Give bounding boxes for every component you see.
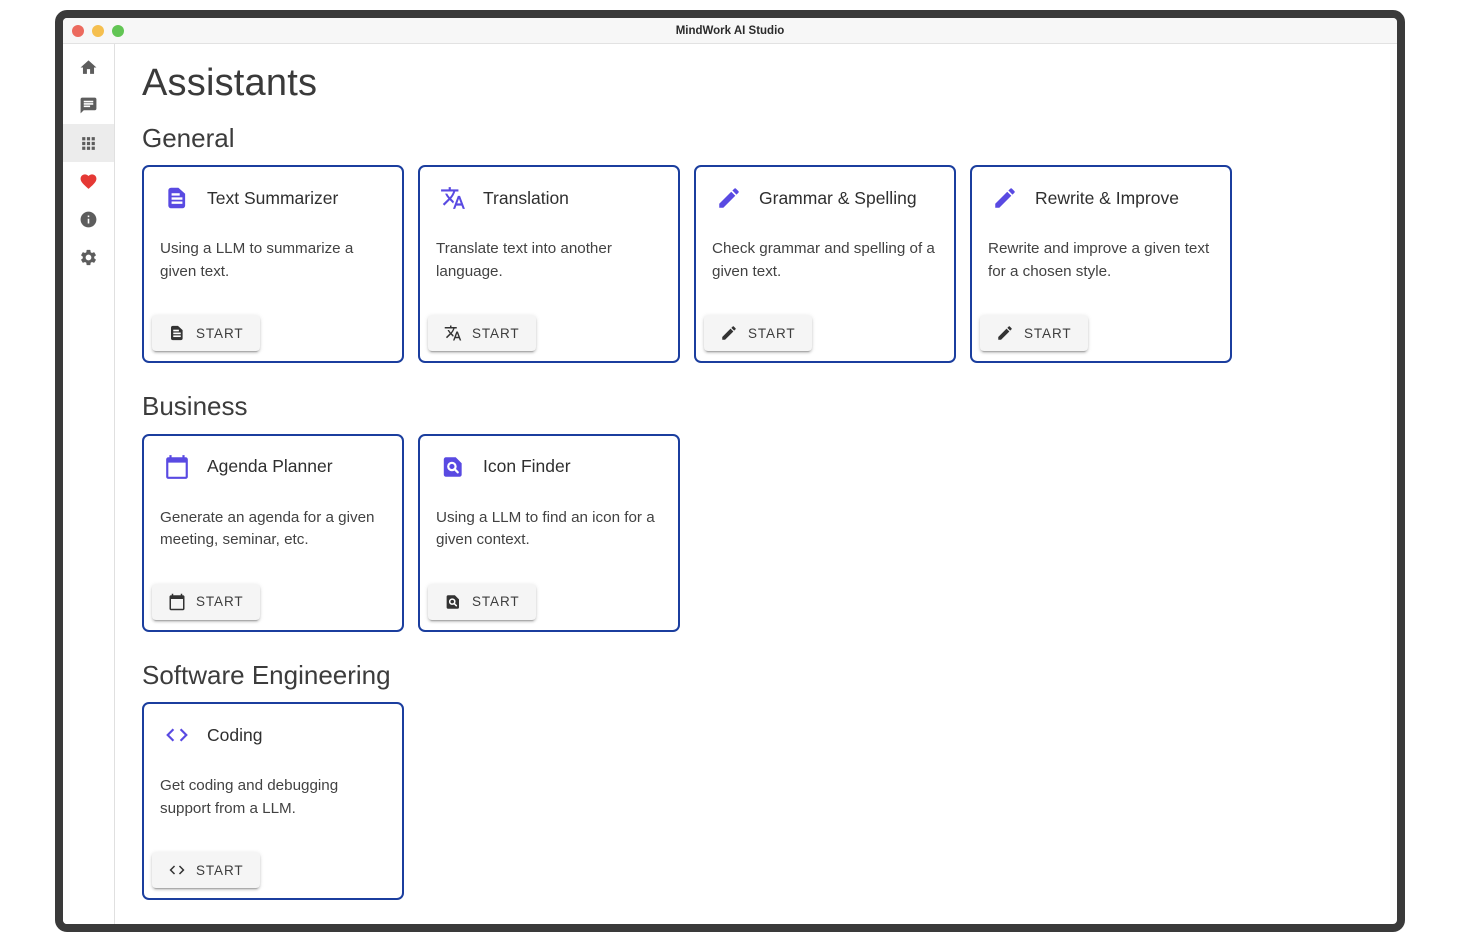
card-header: Translation bbox=[420, 167, 678, 211]
titlebar: MindWork AI Studio bbox=[63, 18, 1397, 44]
card-header: Agenda Planner bbox=[144, 436, 402, 480]
app-window: MindWork AI Studio Assistants bbox=[55, 10, 1405, 932]
apps-grid-icon bbox=[79, 134, 98, 153]
card-description: Using a LLM to summarize a given text. bbox=[160, 238, 388, 284]
translate-icon bbox=[440, 185, 466, 211]
main-content: Assistants General Text Summarizer Using… bbox=[115, 44, 1397, 924]
chat-icon bbox=[79, 96, 98, 115]
card-row-business: Agenda Planner Generate an agenda for a … bbox=[142, 434, 1377, 632]
card-description: Using a LLM to find an icon for a given … bbox=[436, 507, 664, 553]
sidebar-item-assistants[interactable] bbox=[63, 124, 114, 162]
start-icon-finder-button[interactable]: START bbox=[428, 584, 536, 620]
card-header: Coding bbox=[144, 704, 402, 748]
card-header: Grammar & Spelling bbox=[696, 167, 954, 211]
card-title: Grammar & Spelling bbox=[759, 188, 917, 209]
card-grammar-spelling: Grammar & Spelling Check grammar and spe… bbox=[694, 165, 956, 363]
start-button-label: START bbox=[472, 326, 520, 341]
translate-icon bbox=[444, 324, 462, 342]
section-heading-software-engineering: Software Engineering bbox=[142, 659, 1377, 692]
start-coding-button[interactable]: START bbox=[152, 852, 260, 888]
home-icon bbox=[79, 58, 98, 77]
page-title: Assistants bbox=[142, 60, 1377, 108]
start-button-label: START bbox=[196, 326, 244, 341]
sidebar-item-settings[interactable] bbox=[63, 238, 114, 276]
card-header: Text Summarizer bbox=[144, 167, 402, 211]
card-row-general: Text Summarizer Using a LLM to summarize… bbox=[142, 165, 1377, 363]
app-body: Assistants General Text Summarizer Using… bbox=[63, 44, 1397, 924]
window-title: MindWork AI Studio bbox=[63, 25, 1397, 37]
card-description: Rewrite and improve a given text for a c… bbox=[988, 238, 1216, 284]
heart-icon bbox=[79, 172, 98, 191]
card-description: Generate an agenda for a given meeting, … bbox=[160, 507, 388, 553]
start-text-summarizer-button[interactable]: START bbox=[152, 315, 260, 351]
start-agenda-planner-button[interactable]: START bbox=[152, 584, 260, 620]
card-description: Get coding and debugging support from a … bbox=[160, 775, 388, 821]
pencil-icon bbox=[992, 185, 1018, 211]
start-grammar-spelling-button[interactable]: START bbox=[704, 315, 812, 351]
card-text-summarizer: Text Summarizer Using a LLM to summarize… bbox=[142, 165, 404, 363]
document-icon bbox=[168, 324, 186, 342]
start-rewrite-improve-button[interactable]: START bbox=[980, 315, 1088, 351]
card-description: Translate text into another language. bbox=[436, 238, 664, 284]
sidebar-item-about[interactable] bbox=[63, 200, 114, 238]
document-icon bbox=[164, 185, 190, 211]
card-title: Agenda Planner bbox=[207, 456, 333, 477]
sidebar-item-home[interactable] bbox=[63, 48, 114, 86]
calendar-icon bbox=[164, 454, 190, 480]
card-title: Coding bbox=[207, 725, 262, 746]
card-title: Icon Finder bbox=[483, 456, 571, 477]
sidebar-item-supporters[interactable] bbox=[63, 162, 114, 200]
pencil-icon bbox=[996, 324, 1014, 342]
start-button-label: START bbox=[472, 594, 520, 609]
start-translation-button[interactable]: START bbox=[428, 315, 536, 351]
card-row-software-engineering: Coding Get coding and debugging support … bbox=[142, 702, 1377, 900]
calendar-icon bbox=[168, 593, 186, 611]
pencil-icon bbox=[720, 324, 738, 342]
card-description: Check grammar and spelling of a given te… bbox=[712, 238, 940, 284]
icon-search-icon bbox=[444, 593, 462, 611]
info-icon bbox=[79, 210, 98, 229]
sidebar-item-chats[interactable] bbox=[63, 86, 114, 124]
card-title: Text Summarizer bbox=[207, 188, 338, 209]
card-title: Translation bbox=[483, 188, 569, 209]
pencil-icon bbox=[716, 185, 742, 211]
card-translation: Translation Translate text into another … bbox=[418, 165, 680, 363]
card-title: Rewrite & Improve bbox=[1035, 188, 1179, 209]
code-icon bbox=[164, 722, 190, 748]
start-button-label: START bbox=[196, 863, 244, 878]
start-button-label: START bbox=[1024, 326, 1072, 341]
card-agenda-planner: Agenda Planner Generate an agenda for a … bbox=[142, 434, 404, 632]
card-icon-finder: Icon Finder Using a LLM to find an icon … bbox=[418, 434, 680, 632]
section-heading-general: General bbox=[142, 122, 1377, 155]
card-coding: Coding Get coding and debugging support … bbox=[142, 702, 404, 900]
icon-search-icon bbox=[440, 454, 466, 480]
section-heading-business: Business bbox=[142, 390, 1377, 423]
card-header: Rewrite & Improve bbox=[972, 167, 1230, 211]
card-header: Icon Finder bbox=[420, 436, 678, 480]
start-button-label: START bbox=[196, 594, 244, 609]
sidebar bbox=[63, 44, 115, 924]
gear-icon bbox=[79, 248, 98, 267]
code-icon bbox=[168, 861, 186, 879]
card-rewrite-improve: Rewrite & Improve Rewrite and improve a … bbox=[970, 165, 1232, 363]
start-button-label: START bbox=[748, 326, 796, 341]
